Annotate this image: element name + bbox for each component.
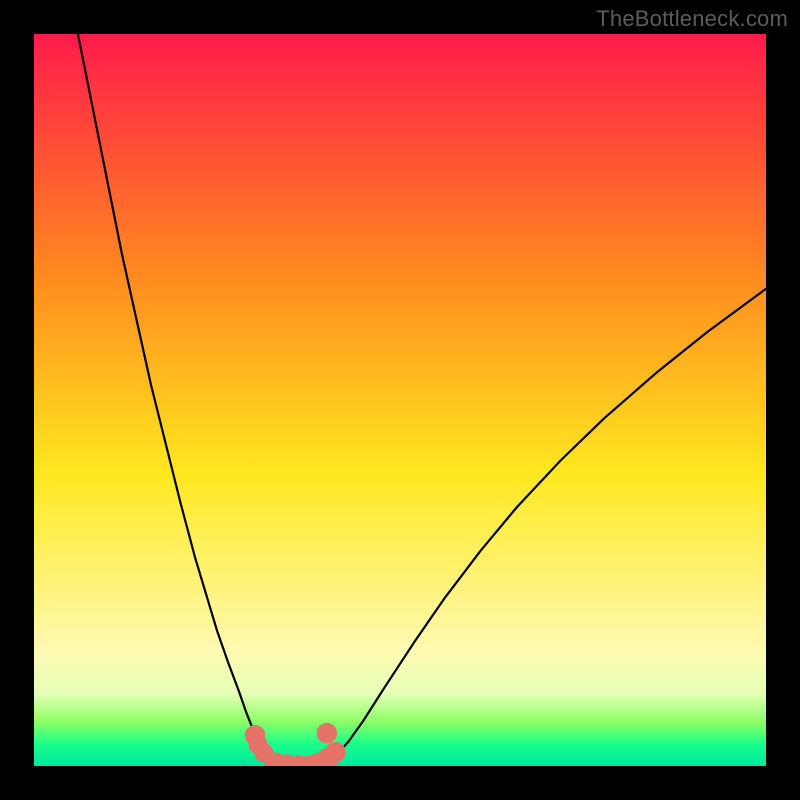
bottleneck-chart: [34, 34, 766, 766]
heatmap-background: [34, 34, 766, 766]
watermark-text: TheBottleneck.com: [596, 6, 788, 32]
plot-area: [34, 34, 766, 766]
data-marker: [325, 742, 346, 763]
data-marker: [317, 723, 338, 744]
chart-frame: TheBottleneck.com: [0, 0, 800, 800]
